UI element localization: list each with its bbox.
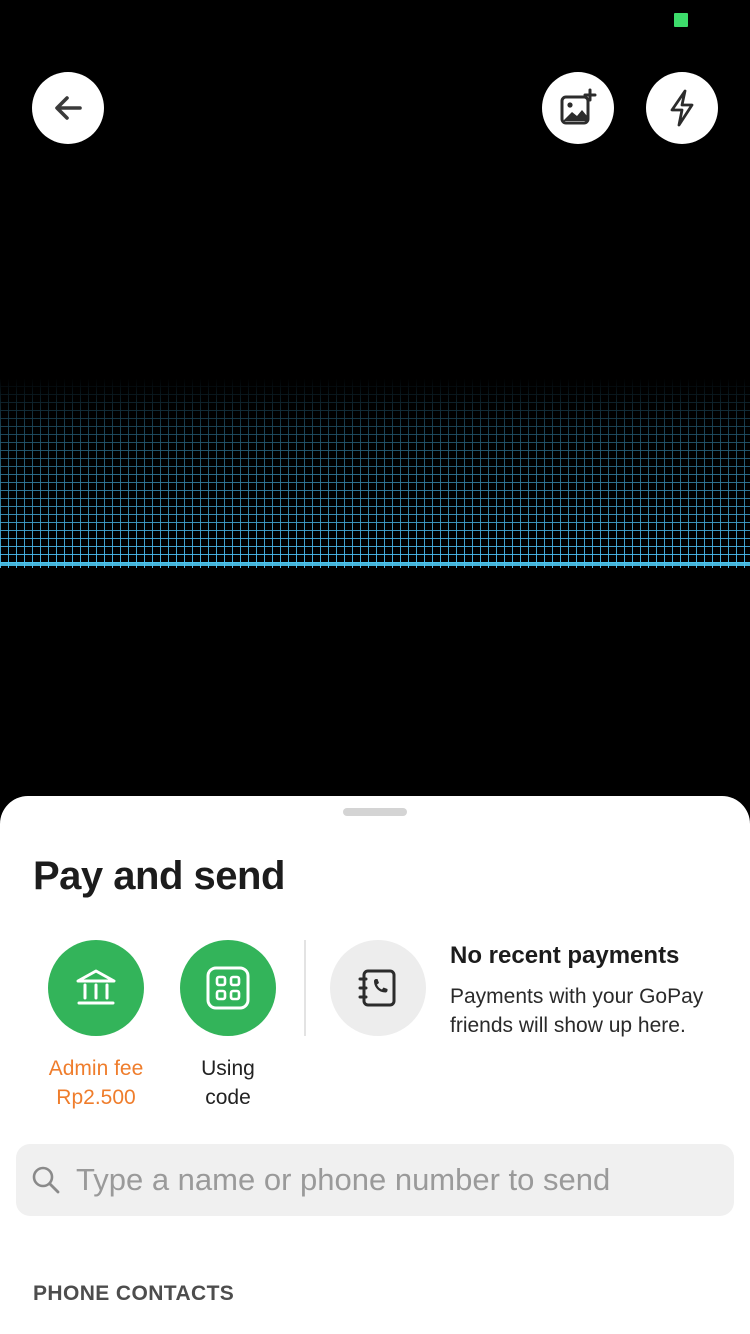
- actions-divider: [304, 940, 306, 1036]
- recent-payments-icon-circle: [330, 940, 426, 1036]
- using-code-line2: code: [205, 1086, 251, 1109]
- search-icon: [16, 1144, 76, 1216]
- admin-fee-amount: Rp2.500: [56, 1086, 136, 1109]
- using-code-line1: Using: [201, 1057, 255, 1080]
- admin-fee-title: Admin fee: [48, 1057, 144, 1080]
- search-input[interactable]: [76, 1150, 716, 1210]
- search-bar[interactable]: [16, 1144, 734, 1216]
- camera-viewfinder: [0, 0, 750, 830]
- lightning-icon: [670, 89, 694, 127]
- admin-fee-circle[interactable]: [48, 940, 144, 1036]
- image-plus-icon: [560, 88, 597, 125]
- recent-payments-description: Payments with your GoPay friends will sh…: [450, 985, 704, 1037]
- recent-payments-title: No recent payments: [450, 942, 680, 969]
- arrow-left-icon: [55, 96, 82, 120]
- camera-indicator-dot: [674, 13, 688, 27]
- bank-icon: [76, 969, 116, 1005]
- admin-fee-label: Admin fee Rp2.500: [21, 1054, 171, 1112]
- qr-grid-icon: [206, 966, 250, 1010]
- sheet-drag-handle[interactable]: [343, 808, 407, 816]
- scan-grid: [0, 378, 750, 568]
- phone-contacts-heading: PHONE CONTACTS: [33, 1282, 235, 1305]
- sheet-title: Pay and send: [33, 854, 285, 898]
- back-button[interactable]: [32, 72, 104, 144]
- gallery-button[interactable]: [542, 72, 614, 144]
- using-code-button[interactable]: Using code: [153, 940, 303, 1112]
- pay-and-send-sheet: Pay and send Admin fee Rp2.500 Using cod…: [0, 796, 750, 1334]
- scan-line: [0, 562, 750, 566]
- admin-fee-button[interactable]: Admin fee Rp2.500: [21, 940, 171, 1112]
- using-code-label: Using code: [153, 1054, 303, 1112]
- flash-button[interactable]: [646, 72, 718, 144]
- using-code-circle[interactable]: [180, 940, 276, 1036]
- phonebook-icon: [358, 969, 396, 1007]
